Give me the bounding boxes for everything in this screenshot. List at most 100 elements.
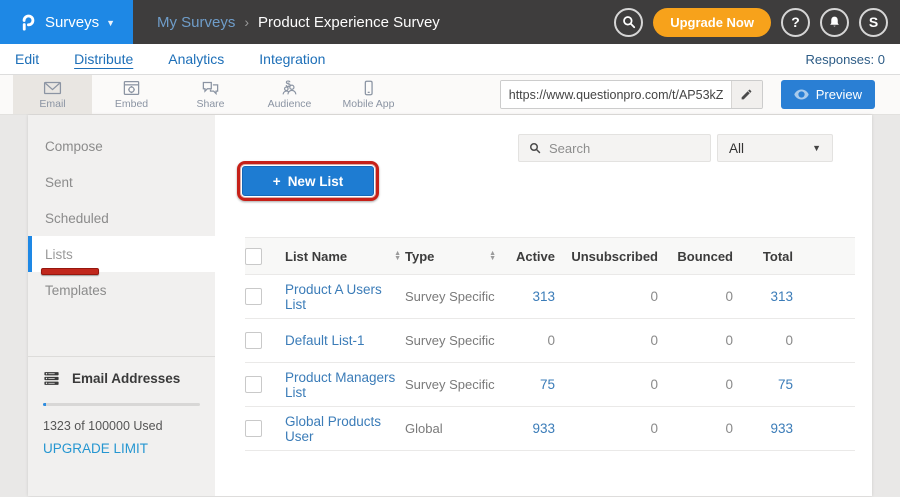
sidebar-item-sent[interactable]: Sent — [28, 164, 215, 200]
active-count[interactable]: 933 — [500, 421, 555, 436]
breadcrumb-parent[interactable]: My Surveys — [157, 14, 235, 31]
unsubscribed-count: 0 — [555, 333, 658, 348]
email-addresses-header: Email Addresses — [43, 371, 200, 386]
col-total: Total — [733, 249, 793, 264]
global-search-button[interactable] — [614, 8, 643, 37]
list-name-link[interactable]: Default List-1 — [285, 333, 365, 348]
total-count: 0 — [733, 333, 793, 348]
search-icon — [529, 142, 541, 154]
active-count[interactable]: 75 — [500, 377, 555, 392]
row-checkbox[interactable] — [245, 288, 262, 305]
account-avatar[interactable]: S — [859, 8, 888, 37]
preview-label: Preview — [816, 87, 862, 102]
tabs: Edit Distribute Analytics Integration — [15, 51, 325, 67]
content-area: Compose Sent Scheduled Lists Templates E… — [0, 115, 900, 496]
active-count[interactable]: 313 — [500, 289, 555, 304]
sidebar-item-templates[interactable]: Templates — [28, 272, 215, 308]
survey-url-group: Preview — [500, 75, 900, 114]
list-server-icon — [43, 371, 60, 386]
list-search-input[interactable] — [549, 141, 700, 156]
upgrade-limit-link[interactable]: UPGRADE LIMIT — [43, 441, 200, 456]
mobile-app-icon — [359, 80, 378, 96]
help-button[interactable]: ? — [781, 8, 810, 37]
embed-icon — [122, 80, 141, 96]
row-checkbox[interactable] — [245, 420, 262, 437]
row-checkbox[interactable] — [245, 332, 262, 349]
sidebar-item-lists[interactable]: Lists — [28, 236, 215, 272]
sidebar-item-label: Templates — [45, 283, 107, 298]
list-name-link[interactable]: Product Managers List — [285, 370, 405, 400]
list-filter-dropdown[interactable]: All ▼ — [717, 134, 833, 162]
row-checkbox[interactable] — [245, 376, 262, 393]
top-bar: Surveys ▼ My Surveys › Product Experienc… — [0, 0, 900, 44]
mode-audience[interactable]: $ Audience — [250, 75, 329, 114]
lists-table: List Name ▲▼ Type ▲▼ Active Unsubscribed… — [245, 237, 855, 451]
select-all-checkbox[interactable] — [245, 248, 262, 265]
bounced-count: 0 — [658, 289, 733, 304]
list-name-link[interactable]: Global Products User — [285, 414, 405, 444]
unsubscribed-count: 0 — [555, 421, 658, 436]
tab-analytics[interactable]: Analytics — [168, 51, 224, 67]
breadcrumb-current: Product Experience Survey — [258, 14, 440, 31]
active-count: 0 — [500, 333, 555, 348]
total-count[interactable]: 75 — [733, 377, 793, 392]
list-type: Global — [405, 421, 443, 436]
sidebar-item-label: Scheduled — [45, 211, 109, 226]
red-highlight-annotation: + New List — [237, 161, 379, 201]
product-menu-label: Surveys — [45, 14, 99, 31]
sort-icon[interactable]: ▲▼ — [394, 251, 405, 261]
survey-url-input[interactable] — [501, 81, 731, 108]
list-type: Survey Specific — [405, 289, 495, 304]
mode-share-label: Share — [196, 98, 224, 110]
share-icon — [201, 80, 220, 96]
email-addresses-title: Email Addresses — [72, 371, 180, 386]
bell-icon — [828, 15, 841, 29]
sidebar-item-scheduled[interactable]: Scheduled — [28, 200, 215, 236]
col-active: Active — [500, 249, 555, 264]
audience-icon: $ — [280, 80, 299, 96]
email-addresses-section: Email Addresses 1323 of 100000 Used UPGR… — [28, 356, 215, 456]
mode-email-label: Email — [39, 98, 65, 110]
email-lists-panel: Compose Sent Scheduled Lists Templates E… — [28, 115, 872, 496]
total-count[interactable]: 933 — [733, 421, 793, 436]
col-unsubscribed: Unsubscribed — [555, 249, 658, 264]
responses-count[interactable]: Responses: 0 — [806, 52, 886, 67]
mode-audience-label: Audience — [268, 98, 312, 110]
table-row: Product A Users List Survey Specific 313… — [245, 275, 855, 319]
sidebar-item-label: Compose — [45, 139, 103, 154]
sort-icon[interactable]: ▲▼ — [489, 251, 500, 261]
breadcrumb-separator: › — [244, 14, 249, 30]
bounced-count: 0 — [658, 333, 733, 348]
col-list-name: List Name — [285, 249, 347, 264]
table-row: Global Products User Global 933 0 0 933 — [245, 407, 855, 451]
mode-share[interactable]: Share — [171, 75, 250, 114]
product-switcher[interactable]: Surveys ▼ — [0, 0, 133, 44]
notifications-button[interactable] — [820, 8, 849, 37]
tab-edit[interactable]: Edit — [15, 51, 39, 67]
col-type: Type — [405, 249, 434, 264]
question-mark-icon: ? — [791, 14, 800, 30]
tab-integration[interactable]: Integration — [259, 51, 325, 67]
list-name-link[interactable]: Product A Users List — [285, 282, 405, 312]
mode-email[interactable]: Email — [13, 75, 92, 114]
mode-mobile-app[interactable]: Mobile App — [329, 75, 408, 114]
email-icon — [43, 80, 62, 96]
search-icon — [622, 15, 636, 29]
tab-distribute[interactable]: Distribute — [74, 51, 133, 67]
eye-icon — [794, 89, 809, 100]
sidebar-item-label: Sent — [45, 175, 73, 190]
upgrade-now-button[interactable]: Upgrade Now — [653, 8, 771, 37]
unsubscribed-count: 0 — [555, 289, 658, 304]
unsubscribed-count: 0 — [555, 377, 658, 392]
preview-button[interactable]: Preview — [781, 80, 875, 109]
questionpro-logo-icon — [18, 12, 38, 32]
sidebar-item-compose[interactable]: Compose — [28, 128, 215, 164]
mode-embed[interactable]: Embed — [92, 75, 171, 114]
edit-url-button[interactable] — [731, 81, 762, 108]
table-row: Default List-1 Survey Specific 0 0 0 0 — [245, 319, 855, 363]
avatar-initial: S — [869, 14, 878, 30]
new-list-button[interactable]: + New List — [242, 166, 374, 196]
col-bounced: Bounced — [658, 249, 733, 264]
mode-mobile-app-label: Mobile App — [343, 98, 395, 110]
total-count[interactable]: 313 — [733, 289, 793, 304]
